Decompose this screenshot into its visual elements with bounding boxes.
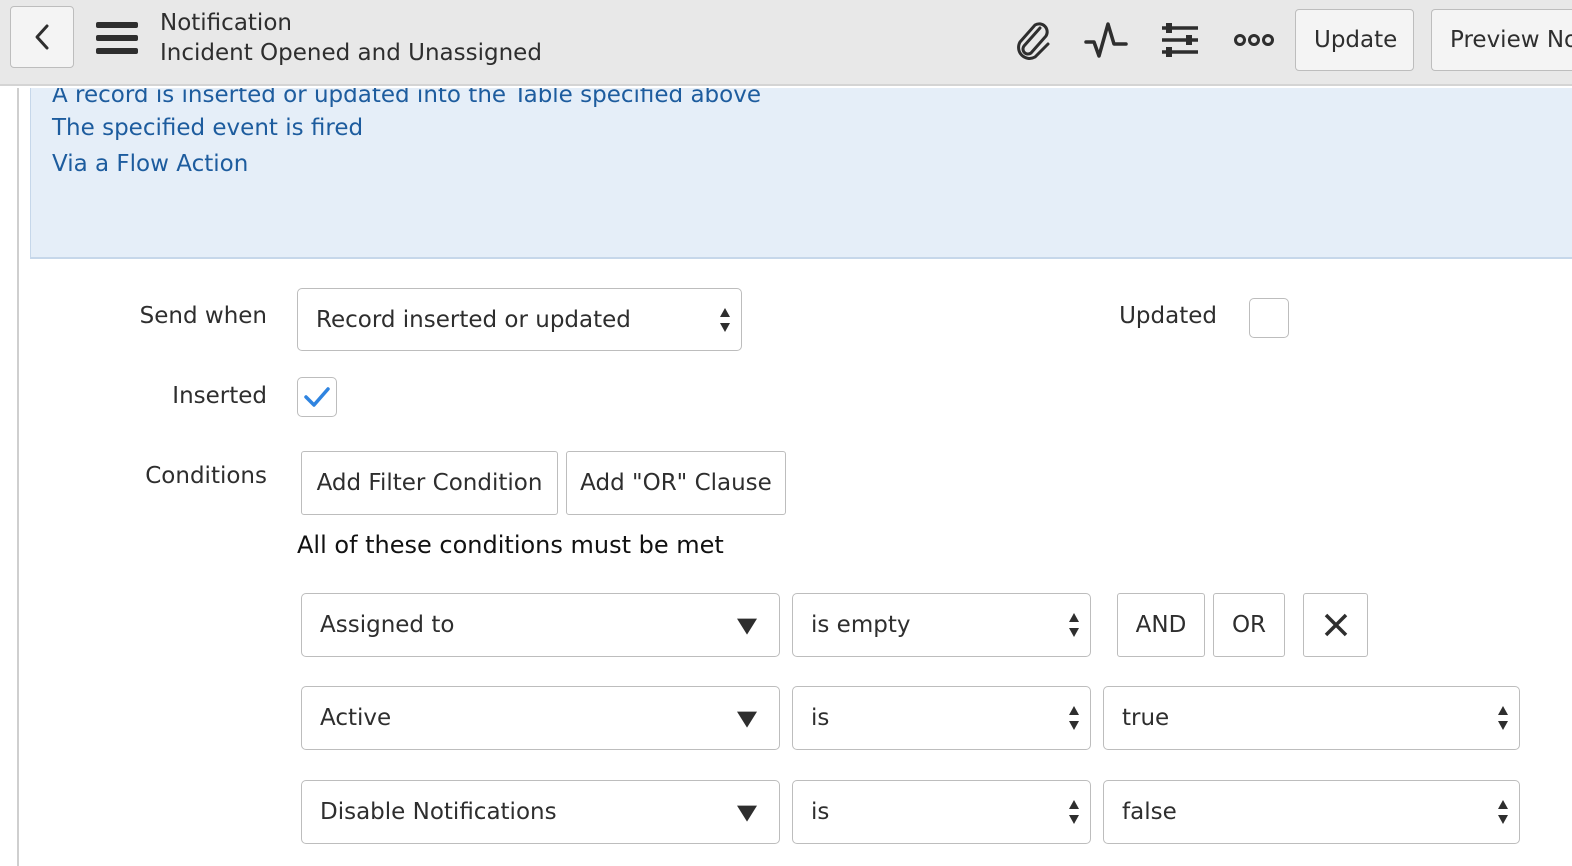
condition-field-value: Disable Notifications: [320, 799, 557, 825]
condition-value-select[interactable]: false: [1103, 780, 1520, 844]
form-left-border: [17, 88, 19, 866]
send-when-select[interactable]: Record inserted or updated: [297, 288, 742, 351]
condition-operator-value: is empty: [811, 612, 911, 638]
select-updown-icon: [1498, 800, 1508, 824]
condition-operator-select[interactable]: is empty: [792, 593, 1091, 657]
select-updown-icon: [720, 307, 730, 332]
condition-field-select[interactable]: Disable Notifications: [301, 780, 780, 844]
condition-field-value: Assigned to: [320, 612, 455, 638]
delete-condition-button[interactable]: [1303, 593, 1368, 657]
conditions-note: All of these conditions must be met: [297, 531, 724, 559]
condition-value-select[interactable]: true: [1103, 686, 1520, 750]
preview-notification-button[interactable]: Preview No: [1431, 9, 1572, 71]
settings-sliders-icon[interactable]: [1158, 18, 1202, 62]
select-updown-icon: [1069, 800, 1079, 824]
conditions-label: Conditions: [145, 463, 267, 489]
updated-checkbox[interactable]: [1249, 298, 1289, 338]
page-title: Notification Incident Opened and Unassig…: [160, 8, 542, 68]
info-line-event-fired: The specified event is fired: [52, 115, 364, 141]
condition-field-select[interactable]: Active: [301, 686, 780, 750]
condition-operator-value: is: [811, 799, 830, 825]
more-options-icon[interactable]: [1232, 18, 1276, 62]
select-updown-icon: [1498, 706, 1508, 730]
add-filter-condition-button[interactable]: Add Filter Condition: [301, 451, 558, 515]
or-button[interactable]: OR: [1213, 593, 1285, 657]
send-when-label: Send when: [139, 303, 267, 329]
condition-field-select[interactable]: Assigned to: [301, 593, 780, 657]
paperclip-icon[interactable]: [1010, 18, 1054, 62]
record-name-label: Incident Opened and Unassigned: [160, 40, 542, 66]
close-icon: [1324, 613, 1347, 637]
back-button[interactable]: [10, 6, 74, 68]
update-button[interactable]: Update: [1295, 9, 1414, 71]
condition-value: false: [1122, 799, 1177, 825]
record-type-label: Notification: [160, 10, 292, 36]
select-updown-icon: [1069, 706, 1079, 730]
dropdown-arrow-icon: [737, 618, 757, 635]
condition-value: true: [1122, 705, 1170, 731]
updated-label: Updated: [1119, 303, 1217, 329]
add-or-clause-button[interactable]: Add "OR" Clause: [566, 451, 786, 515]
info-line-insert-update: A record is inserted or updated into the…: [52, 88, 761, 108]
send-when-value: Record inserted or updated: [316, 306, 631, 333]
select-updown-icon: [1069, 613, 1079, 637]
condition-operator-value: is: [811, 705, 830, 731]
checkmark-icon: [304, 387, 330, 407]
inserted-label: Inserted: [172, 383, 267, 409]
condition-field-value: Active: [320, 705, 392, 731]
dropdown-arrow-icon: [737, 805, 757, 822]
condition-operator-select[interactable]: is: [792, 686, 1091, 750]
and-button[interactable]: AND: [1117, 593, 1205, 657]
info-line-flow-action: Via a Flow Action: [52, 151, 249, 177]
activity-pulse-icon[interactable]: [1084, 18, 1128, 62]
info-message-panel: A record is inserted or updated into the…: [30, 88, 1572, 259]
form-header: Notification Incident Opened and Unassig…: [0, 0, 1572, 86]
chevron-left-icon: [35, 24, 49, 50]
condition-operator-select[interactable]: is: [792, 780, 1091, 844]
inserted-checkbox[interactable]: [297, 377, 337, 417]
hamburger-menu-icon[interactable]: [96, 22, 138, 56]
dropdown-arrow-icon: [737, 711, 757, 728]
